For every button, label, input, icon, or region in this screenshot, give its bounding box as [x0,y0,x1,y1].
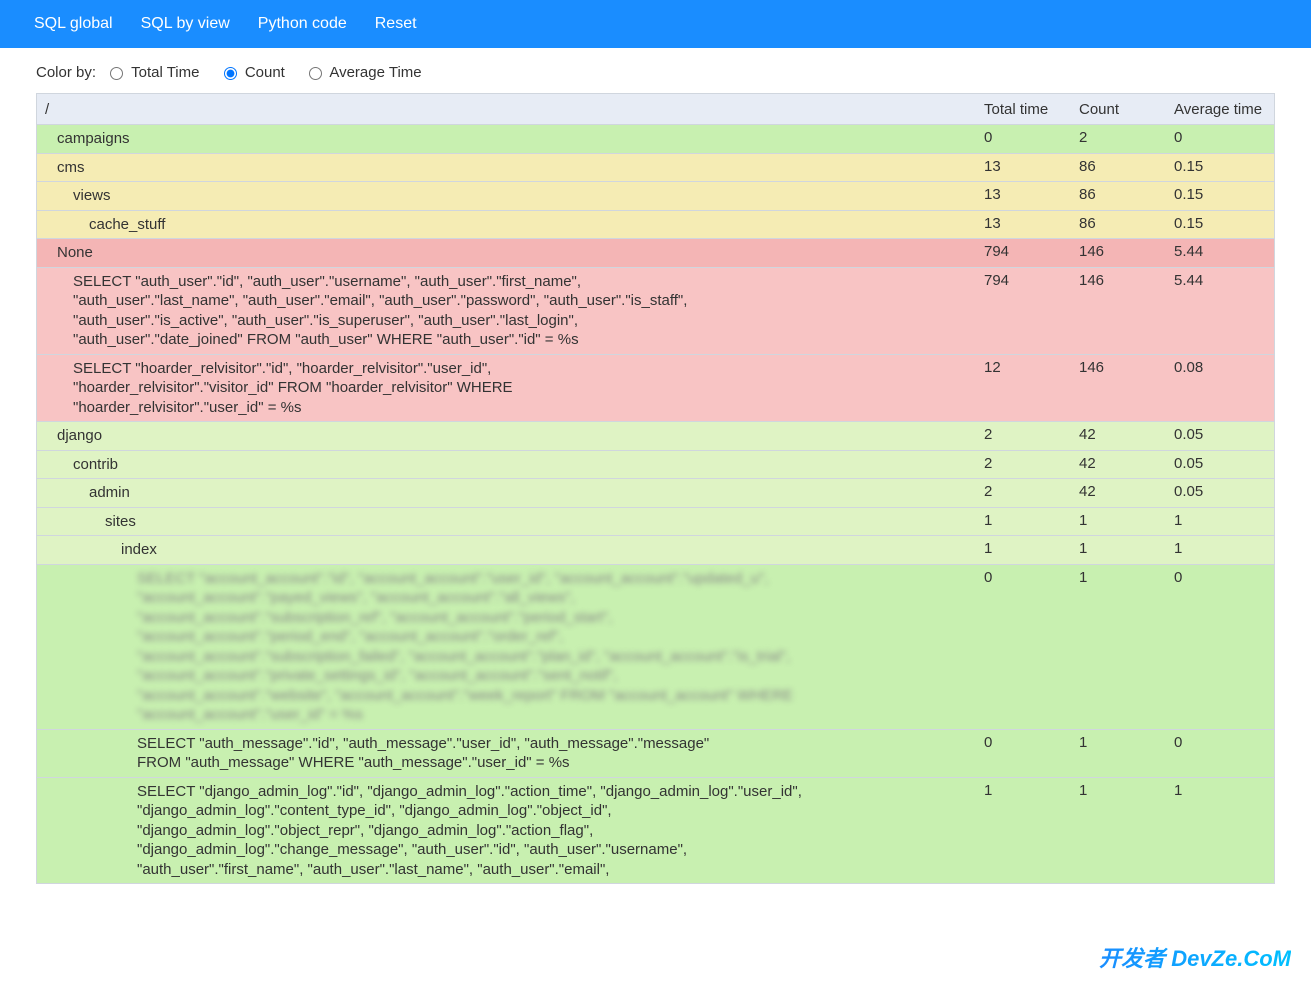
tree-row[interactable]: SELECT "auth_message"."id", "auth_messag… [36,730,1275,778]
tree-row[interactable]: SELECT "auth_user"."id", "auth_user"."us… [36,268,1275,355]
col-avg: Average time [1174,101,1274,118]
row-total: 0 [984,129,1079,146]
radio-total-time-label[interactable]: Total Time [131,64,199,81]
row-name: views [37,186,984,206]
row-avg: 0.15 [1174,215,1274,232]
row-count: 1 [1079,569,1174,586]
tree-row[interactable]: cache_stuff13860.15 [36,211,1275,240]
nav-python-code[interactable]: Python code [244,0,361,48]
row-count: 1 [1079,782,1174,799]
row-avg: 0.05 [1174,426,1274,443]
col-count: Count [1079,101,1174,118]
profile-tree: / Total time Count Average time campaign… [0,93,1311,914]
tree-row[interactable]: django2420.05 [36,422,1275,451]
row-count: 1 [1079,512,1174,529]
row-total: 794 [984,243,1079,260]
row-count: 2 [1079,129,1174,146]
color-by-controls: Color by: Total Time Count Average Time [0,48,1311,93]
row-avg: 0 [1174,129,1274,146]
row-name: index [37,540,984,560]
row-total: 2 [984,455,1079,472]
row-count: 42 [1079,426,1174,443]
row-total: 1 [984,512,1079,529]
tree-row[interactable]: admin2420.05 [36,479,1275,508]
tree-row[interactable]: contrib2420.05 [36,451,1275,480]
row-avg: 5.44 [1174,243,1274,260]
row-avg: 0.15 [1174,186,1274,203]
row-name: SELECT "auth_message"."id", "auth_messag… [37,734,984,773]
row-count: 86 [1079,186,1174,203]
row-total: 13 [984,186,1079,203]
color-by-label: Color by: [36,64,96,81]
tree-row[interactable]: campaigns020 [36,125,1275,154]
row-avg: 0 [1174,569,1274,586]
row-name: contrib [37,455,984,475]
radio-average-time-label[interactable]: Average Time [329,64,421,81]
radio-count-label[interactable]: Count [245,64,285,81]
row-total: 13 [984,215,1079,232]
tree-row[interactable]: index111 [36,536,1275,565]
col-name: / [37,101,984,118]
row-avg: 1 [1174,512,1274,529]
col-total: Total time [984,101,1079,118]
row-avg: 0.05 [1174,455,1274,472]
row-count: 146 [1079,272,1174,289]
row-total: 1 [984,540,1079,557]
row-total: 2 [984,426,1079,443]
tree-rows: campaigns020cms13860.15views13860.15cach… [36,125,1275,884]
tree-row[interactable]: views13860.15 [36,182,1275,211]
row-name: cache_stuff [37,215,984,235]
row-total: 1 [984,782,1079,799]
row-avg: 0.08 [1174,359,1274,376]
watermark: 开发者 DevZe.CoM [1099,941,1291,973]
row-count: 86 [1079,215,1174,232]
radio-average-time[interactable] [309,67,322,80]
row-name: django [37,426,984,446]
row-total: 13 [984,158,1079,175]
row-total: 12 [984,359,1079,376]
row-name: admin [37,483,984,503]
tree-row[interactable]: SELECT "account_account"."id", "account_… [36,565,1275,730]
tree-row[interactable]: sites111 [36,508,1275,537]
row-name: sites [37,512,984,532]
row-total: 0 [984,569,1079,586]
row-avg: 0 [1174,734,1274,751]
row-count: 42 [1079,483,1174,500]
row-count: 146 [1079,243,1174,260]
row-total: 0 [984,734,1079,751]
nav-reset[interactable]: Reset [361,0,431,48]
row-total: 2 [984,483,1079,500]
row-name: SELECT "django_admin_log"."id", "django_… [37,782,984,880]
row-name: SELECT "account_account"."id", "account_… [37,569,984,725]
tree-row[interactable]: None7941465.44 [36,239,1275,268]
tree-row[interactable]: cms13860.15 [36,154,1275,183]
column-headers: / Total time Count Average time [36,93,1275,125]
row-count: 146 [1079,359,1174,376]
nav-sql-global[interactable]: SQL global [20,0,127,48]
row-name: cms [37,158,984,178]
row-count: 86 [1079,158,1174,175]
tree-row[interactable]: SELECT "django_admin_log"."id", "django_… [36,778,1275,885]
row-name: SELECT "auth_user"."id", "auth_user"."us… [37,272,984,350]
row-name: None [37,243,984,263]
row-avg: 5.44 [1174,272,1274,289]
radio-count[interactable] [224,67,237,80]
row-avg: 1 [1174,540,1274,557]
tree-row[interactable]: SELECT "hoarder_relvisitor"."id", "hoard… [36,355,1275,423]
row-avg: 1 [1174,782,1274,799]
row-avg: 0.15 [1174,158,1274,175]
radio-total-time[interactable] [110,67,123,80]
row-name: campaigns [37,129,984,149]
top-nav: SQL global SQL by view Python code Reset [0,0,1311,48]
row-count: 1 [1079,734,1174,751]
row-name: SELECT "hoarder_relvisitor"."id", "hoard… [37,359,984,418]
row-avg: 0.05 [1174,483,1274,500]
row-total: 794 [984,272,1079,289]
row-count: 1 [1079,540,1174,557]
row-count: 42 [1079,455,1174,472]
nav-sql-by-view[interactable]: SQL by view [127,0,244,48]
